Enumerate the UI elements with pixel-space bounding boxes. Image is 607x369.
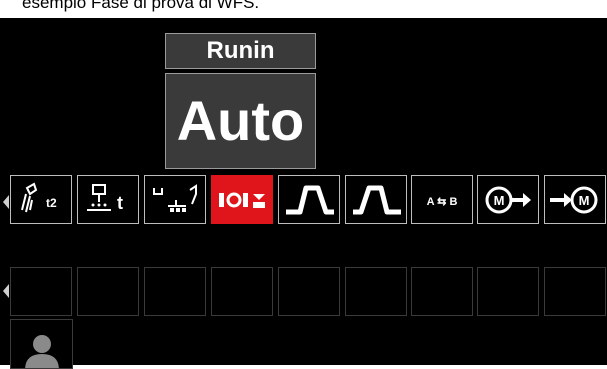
memory-save-icon: M <box>485 186 531 213</box>
tile-text: M <box>579 193 590 208</box>
arc-start-profile-icon <box>286 185 334 214</box>
empty-slot <box>144 267 206 316</box>
scroll-left-arrow-icon[interactable] <box>3 195 9 209</box>
procedure-ab-tile[interactable]: A ⇆ B <box>411 175 473 224</box>
procedure-ab-icon: A ⇆ B <box>427 196 458 208</box>
user-profile-tile[interactable] <box>10 319 73 369</box>
run-in-wfs-tile[interactable] <box>211 175 273 224</box>
preflow-time-tile[interactable]: t <box>77 175 139 224</box>
run-in-wfs-icon <box>219 192 265 208</box>
parameter-label: Runin <box>165 33 316 69</box>
tile-text: A ⇆ B <box>427 196 458 208</box>
arc-end-profile-icon <box>353 185 401 214</box>
tile-text: t2 <box>46 196 57 210</box>
welder-display: Runin Auto t2 t A ⇆ B M M <box>0 18 607 369</box>
parameter-value[interactable]: Auto <box>165 73 316 169</box>
empty-slot <box>77 267 139 316</box>
empty-slot <box>345 267 407 316</box>
scroll-left-arrow-icon[interactable] <box>3 284 9 298</box>
empty-slot <box>211 267 273 316</box>
arc-end-profile-tile[interactable] <box>345 175 407 224</box>
memory-recall-icon: M <box>550 186 598 213</box>
empty-slot <box>544 267 606 316</box>
memory-save-tile[interactable]: M <box>477 175 539 224</box>
burnback-t2-tile[interactable]: t2 <box>10 175 72 224</box>
memory-recall-tile[interactable]: M <box>544 175 606 224</box>
empty-slot <box>10 267 72 316</box>
postflow-time-tile[interactable] <box>144 175 206 224</box>
empty-slot <box>477 267 539 316</box>
tile-text: t <box>117 193 123 213</box>
postflow-time-icon <box>153 183 197 212</box>
preflow-time-icon: t <box>87 183 123 213</box>
document-caption: esempio Fase di prova di WFS. <box>0 0 607 18</box>
tile-text: M <box>494 193 505 208</box>
burnback-t2-icon: t2 <box>21 182 57 212</box>
arc-start-profile-tile[interactable] <box>278 175 340 224</box>
user-profile-icon <box>25 335 59 368</box>
empty-slot <box>278 267 340 316</box>
empty-slot <box>411 267 473 316</box>
